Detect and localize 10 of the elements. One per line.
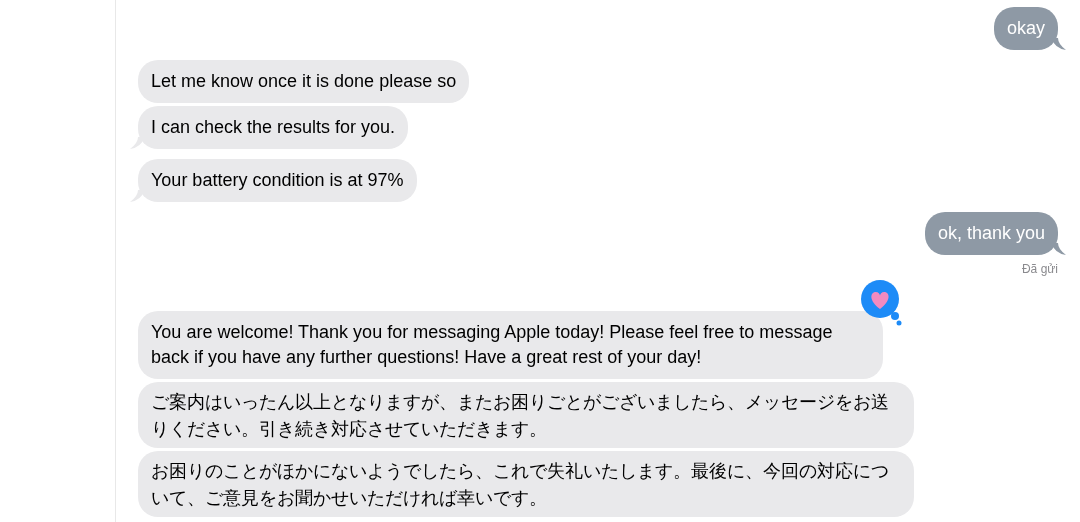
- message-bubble[interactable]: ご案内はいったん以上となりますが、またお困りごとがございましたら、メッセージをお送りください。引き続き対応させていただきます。: [138, 382, 914, 448]
- heart-reaction-icon[interactable]: [861, 280, 903, 326]
- message-bubble[interactable]: I can check the results for you.: [138, 106, 409, 149]
- message-bubble[interactable]: You are welcome! Thank you for messaging Apple today! Please feel free to message back if you have any further questions! Have a great rest of your day!: [138, 311, 883, 379]
- bubble-tail: [1052, 243, 1066, 255]
- message-bubble[interactable]: お困りのことがほかにないようでしたら、これで失礼いたします。最後に、今回の対応について、ご意見をお聞かせいただければ幸いです。: [138, 451, 914, 517]
- delivery-status: Đã gửi: [1021, 261, 1058, 278]
- message-bubble[interactable]: Let me know once it is done please so: [138, 60, 470, 103]
- bubble-tail: [1052, 38, 1066, 50]
- message-bubble[interactable]: Your battery condition is at 97%: [138, 159, 417, 202]
